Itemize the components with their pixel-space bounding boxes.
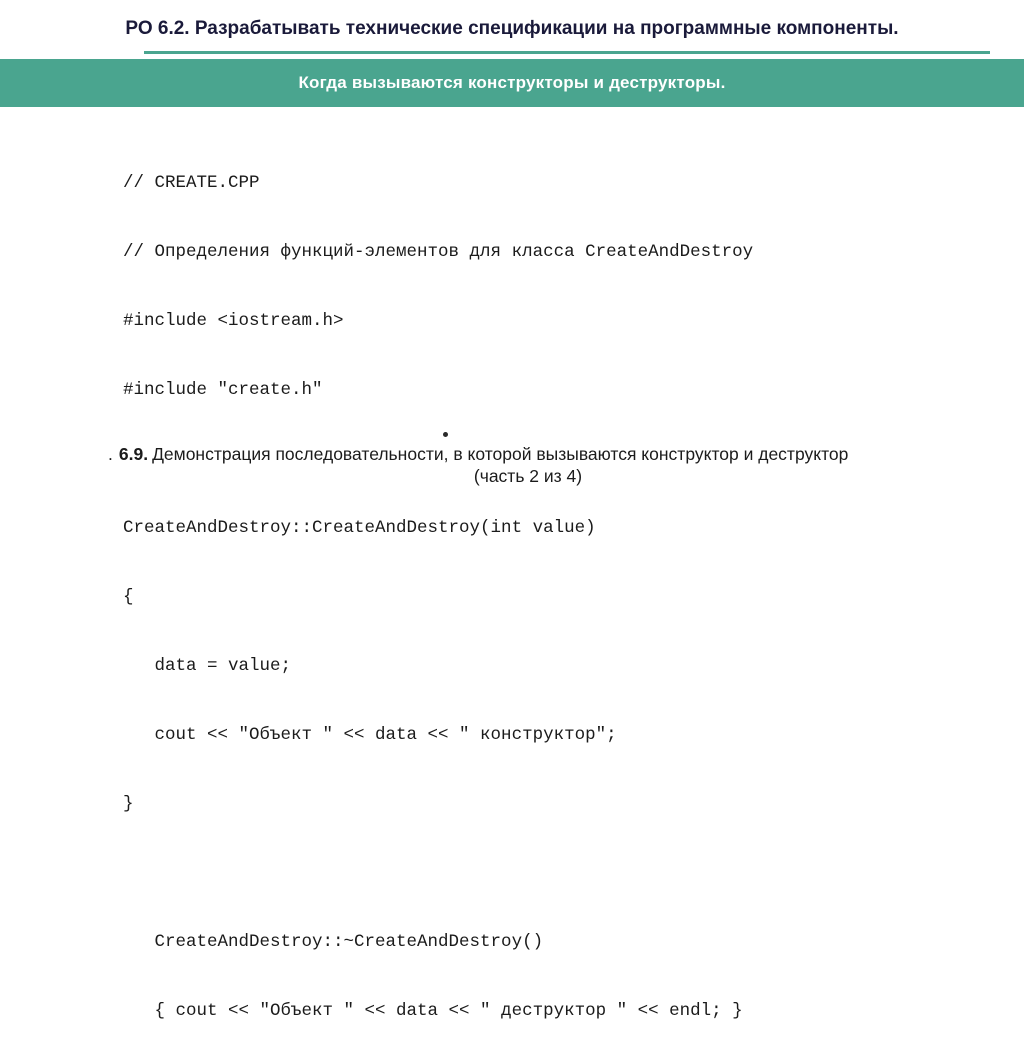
section-banner: Когда вызываются конструкторы и деструкт… [0, 59, 1024, 107]
code-line: // CREATE.CPP [123, 173, 260, 193]
code-line: cout << "Объект " << data << " конструкт… [123, 725, 617, 745]
bullet-dot [443, 432, 448, 437]
caption-number: 6.9. [118, 444, 149, 464]
code-line: CreateAndDestroy::CreateAndDestroy(int v… [123, 518, 596, 538]
slide-title: РО 6.2. Разрабатывать технические специф… [125, 18, 899, 39]
banner-text: Когда вызываются конструкторы и деструкт… [298, 73, 726, 92]
caption-line-2: (часть 2 из 4) [473, 466, 583, 486]
code-line: { cout << "Объект " << data << " деструк… [123, 1001, 743, 1021]
figure-caption: . 6.9. Демонстрация последовательности, в … [108, 443, 968, 487]
code-line: #include "create.h" [123, 380, 323, 400]
code-line: #include <iostream.h> [123, 311, 344, 331]
code-line: } [123, 794, 134, 814]
code-line: CreateAndDestroy::~CreateAndDestroy() [123, 932, 544, 952]
caption-prefix: . [108, 444, 113, 464]
caption-line-1: . 6.9. Демонстрация последовательности, в … [108, 443, 968, 465]
code-listing: // CREATE.CPP // Определения функций-эле… [123, 126, 753, 1046]
code-line: { [123, 587, 134, 607]
code-line: data = value; [123, 656, 292, 676]
title-underline [144, 51, 990, 54]
code-line: // Определения функций-элементов для кла… [123, 242, 754, 262]
caption-text: Демонстрация последовательности, в котор… [152, 444, 849, 464]
